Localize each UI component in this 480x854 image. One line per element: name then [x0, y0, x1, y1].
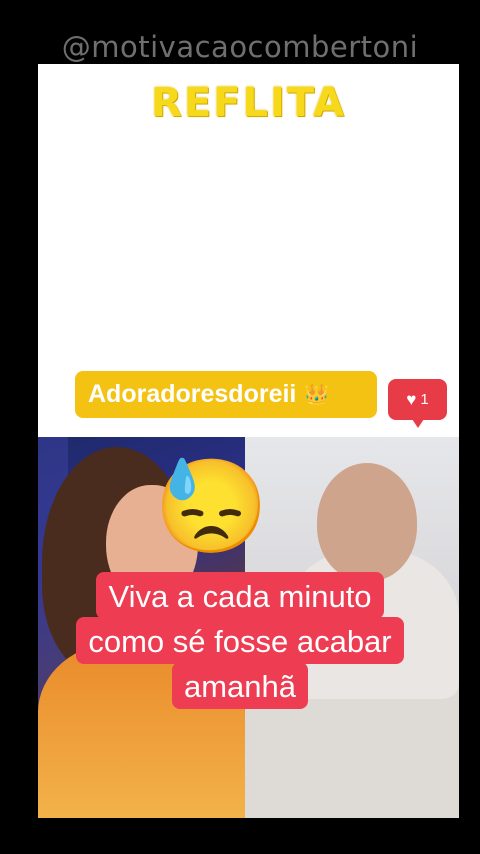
caption-line-2: como sé fosse acabar — [76, 617, 404, 664]
like-badge[interactable]: ♥ 1 — [388, 379, 447, 428]
caption-line-3: amanhã — [171, 662, 309, 709]
like-count: 1 — [420, 391, 429, 408]
username: Adoradoresdoreii — [88, 380, 297, 408]
headline: REFLITA — [151, 80, 346, 126]
caption-line-1: Viva a cada minuto — [96, 572, 384, 619]
watermark: @motivacaocombertoni — [61, 30, 419, 64]
caption: Viva a cada minuto como sé fosse acabar … — [0, 572, 480, 709]
crown-icon: 👑 — [304, 383, 330, 406]
heart-icon: ♥ — [406, 389, 417, 409]
username-tag[interactable]: Adoradoresdoreii 👑 — [75, 371, 377, 418]
sad-sweat-emoji: 😓 — [154, 456, 269, 558]
